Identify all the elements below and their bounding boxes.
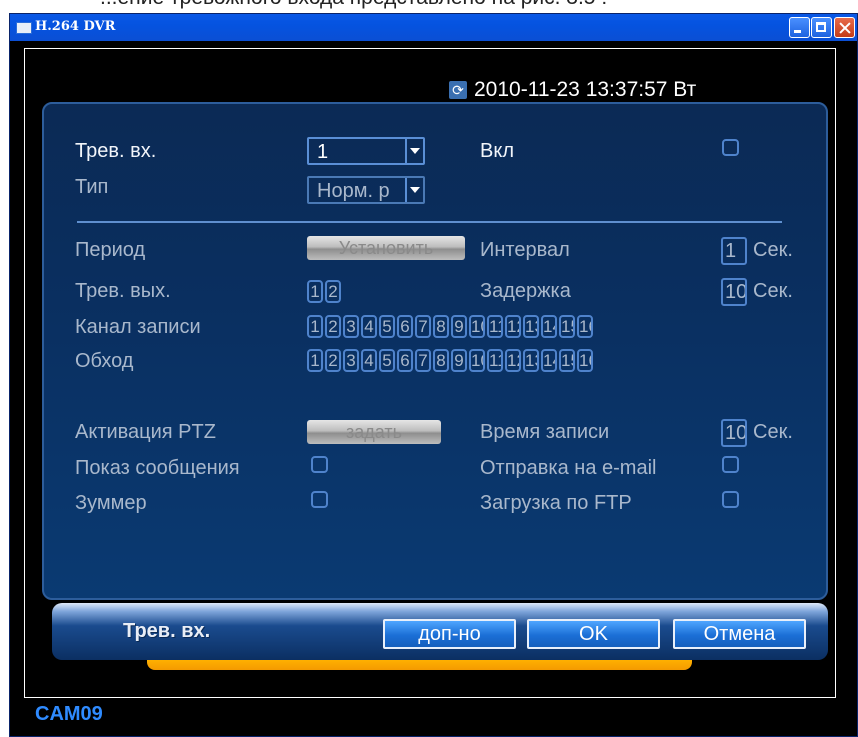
tour-channel-3[interactable]: 3 — [343, 349, 359, 372]
tour-channel-12[interactable]: 12 — [505, 349, 521, 372]
record-channel-1[interactable]: 1 — [307, 315, 323, 338]
delay-label: Задержка — [480, 280, 571, 302]
enable-checkbox[interactable] — [722, 139, 739, 156]
alarm-out-label: Трев. вых. — [75, 280, 171, 302]
tour-channel-5[interactable]: 5 — [379, 349, 395, 372]
period-label: Период — [75, 239, 146, 261]
type-value: Норм. р — [317, 180, 390, 202]
chevron-down-icon — [405, 178, 423, 202]
interval-input[interactable]: 1 — [721, 237, 747, 265]
alarm-in-value: 1 — [317, 141, 329, 163]
record-time-unit: Сек. — [753, 421, 793, 443]
camera-label: CAM09 — [35, 703, 103, 725]
ftp-upload-label: Загрузка по FTP — [480, 492, 632, 514]
period-set-button[interactable]: Установить — [307, 236, 465, 260]
email-label: Отправка на e-mail — [480, 457, 657, 479]
show-message-label: Показ сообщения — [75, 457, 240, 479]
tour-channel-4[interactable]: 4 — [361, 349, 377, 372]
tour-channels: 1 2 3 4 5 6 7 8 9 10 11 12 13 14 15 16 — [307, 349, 593, 372]
enable-label: Вкл — [480, 140, 514, 162]
refresh-icon: ⟳ — [449, 81, 467, 99]
tour-channel-7[interactable]: 7 — [415, 349, 431, 372]
ptz-activation-label: Активация PTZ — [75, 421, 216, 443]
tour-channel-16[interactable]: 16 — [577, 349, 593, 372]
tour-channel-10[interactable]: 10 — [469, 349, 485, 372]
cancel-button[interactable]: Отмена — [673, 619, 806, 649]
record-channel-16[interactable]: 16 — [577, 315, 593, 338]
footer-title: Трев. вх. — [123, 620, 211, 642]
record-channel-5[interactable]: 5 — [379, 315, 395, 338]
ok-button[interactable]: OK — [527, 619, 660, 649]
alarm-in-label: Трев. вх. — [75, 140, 157, 162]
title-bar[interactable]: H.264 DVR — [10, 14, 857, 41]
record-channel-label: Канал записи — [75, 316, 201, 338]
alarm-out-channel-2[interactable]: 2 — [325, 280, 341, 303]
close-button[interactable] — [834, 17, 855, 38]
record-channel-11[interactable]: 11 — [487, 315, 503, 338]
tour-label: Обход — [75, 350, 134, 372]
window-title: H.264 DVR — [35, 19, 116, 34]
record-channel-4[interactable]: 4 — [361, 315, 377, 338]
record-channels: 1 2 3 4 5 6 7 8 9 10 11 12 13 14 15 16 — [307, 315, 593, 338]
record-channel-9[interactable]: 9 — [451, 315, 467, 338]
show-message-checkbox[interactable] — [311, 456, 328, 473]
buzzer-checkbox[interactable] — [311, 491, 328, 508]
document-text-fragment: ...ение тревожного входа представлено на… — [0, 0, 858, 14]
record-channel-2[interactable]: 2 — [325, 315, 341, 338]
record-channel-3[interactable]: 3 — [343, 315, 359, 338]
tour-channel-11[interactable]: 11 — [487, 349, 503, 372]
record-channel-14[interactable]: 14 — [541, 315, 557, 338]
record-channel-15[interactable]: 15 — [559, 315, 575, 338]
chevron-down-icon — [405, 139, 423, 163]
tour-channel-6[interactable]: 6 — [397, 349, 413, 372]
accent-strip — [147, 660, 692, 670]
alarm-in-select[interactable]: 1 — [307, 137, 425, 165]
record-time-input[interactable]: 10 — [721, 419, 747, 447]
type-select[interactable]: Норм. р — [307, 176, 425, 204]
record-time-label: Время записи — [480, 421, 610, 443]
record-channel-13[interactable]: 13 — [523, 315, 539, 338]
interval-unit: Сек. — [753, 239, 793, 261]
delay-input[interactable]: 10 — [721, 278, 747, 306]
tour-channel-15[interactable]: 15 — [559, 349, 575, 372]
interval-label: Интервал — [480, 239, 570, 261]
tour-channel-13[interactable]: 13 — [523, 349, 539, 372]
record-channel-10[interactable]: 10 — [469, 315, 485, 338]
tour-channel-8[interactable]: 8 — [433, 349, 449, 372]
type-label: Тип — [75, 176, 109, 198]
email-checkbox[interactable] — [722, 456, 739, 473]
ftp-upload-checkbox[interactable] — [722, 491, 739, 508]
record-channel-8[interactable]: 8 — [433, 315, 449, 338]
tour-channel-1[interactable]: 1 — [307, 349, 323, 372]
minimize-button[interactable] — [789, 17, 810, 38]
alarm-out-channel-1[interactable]: 1 — [307, 280, 323, 303]
app-icon — [16, 22, 32, 34]
divider — [77, 221, 782, 223]
maximize-button[interactable] — [811, 17, 832, 38]
tour-channel-2[interactable]: 2 — [325, 349, 341, 372]
record-channel-6[interactable]: 6 — [397, 315, 413, 338]
advanced-button[interactable]: доп-но — [383, 619, 516, 649]
tour-channel-14[interactable]: 14 — [541, 349, 557, 372]
record-channel-12[interactable]: 12 — [505, 315, 521, 338]
delay-unit: Сек. — [753, 280, 793, 302]
record-channel-7[interactable]: 7 — [415, 315, 431, 338]
buzzer-label: Зуммер — [75, 492, 147, 514]
datetime-text: 2010-11-23 13:37:57 Вт — [474, 78, 697, 101]
ptz-set-button[interactable]: задать — [307, 420, 441, 444]
tour-channel-9[interactable]: 9 — [451, 349, 467, 372]
alarm-out-channels: 1 2 — [307, 280, 341, 303]
